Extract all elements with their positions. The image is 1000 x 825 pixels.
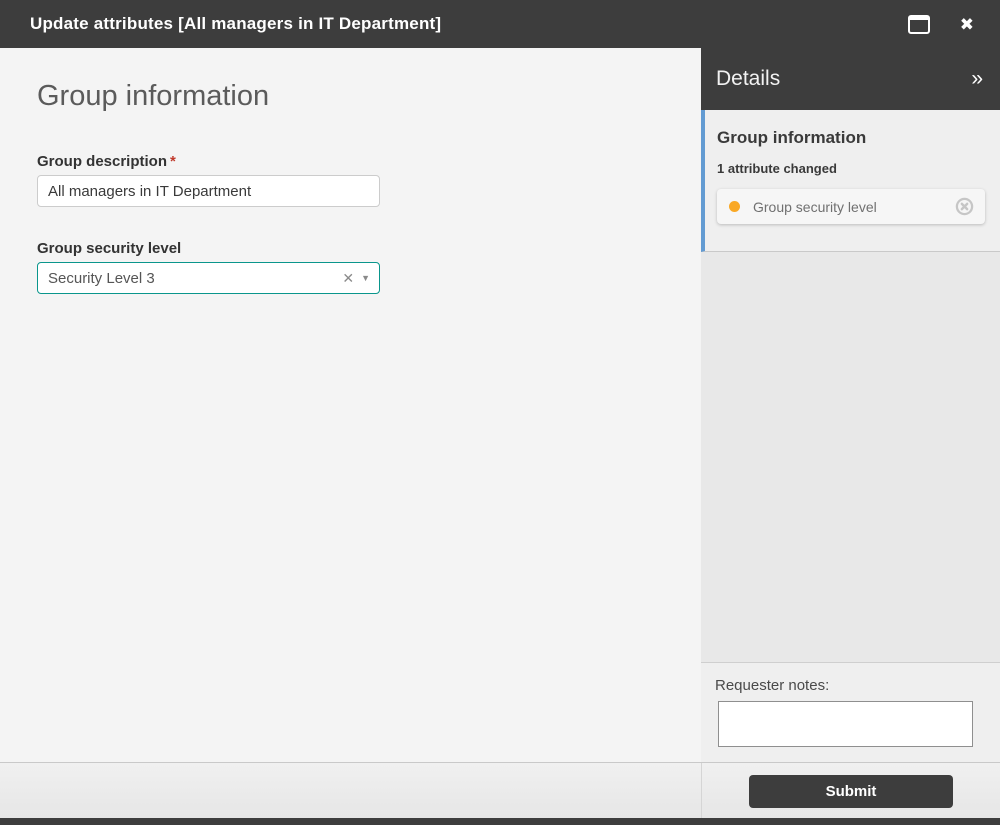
details-sidebar: Details » Group information 1 attribute … [701,48,1000,762]
submit-button[interactable]: Submit [749,774,953,808]
revert-change-icon[interactable] [955,197,974,216]
dropdown-selected-value: Security Level 3 [48,269,155,287]
changed-status-dot-icon [729,201,740,212]
details-header: Details » [701,48,1000,110]
required-asterisk: * [170,153,176,170]
requester-notes-label: Requester notes: [715,677,830,694]
footer-bar: Submit [0,762,1000,819]
group-security-level-dropdown[interactable]: Security Level 3 ✕ ▼ [37,262,380,294]
window-titlebar: Update attributes [All managers in IT De… [0,0,1000,48]
requester-notes-input[interactable] [718,701,973,747]
group-description-field: Group description * [37,153,380,207]
changed-attribute-label: Group security level [753,198,877,215]
footer-actions: Submit [701,763,1000,819]
chevron-down-icon[interactable]: ▼ [361,273,370,283]
group-description-input[interactable] [37,175,380,207]
requester-notes-section: Requester notes: [701,662,1000,762]
window-title: Update attributes [All managers in IT De… [30,14,442,33]
attributes-changed-count: 1 attribute changed [717,161,837,176]
changed-attribute-item: Group security level [717,189,985,224]
page-title: Group information [37,80,270,112]
window-bottom-edge [0,818,1000,825]
sidebar-empty-area [701,252,1000,662]
group-description-label-text: Group description [37,153,168,170]
details-title: Details [716,67,781,90]
group-security-level-label: Group security level [37,240,182,257]
close-icon[interactable]: ✖ [960,16,974,33]
group-description-label: Group description * [37,153,380,170]
changes-section: Group information 1 attribute changed Gr… [701,110,1000,252]
clear-selection-icon[interactable]: ✕ [342,270,354,287]
main-panel: Group information Group description* Gro… [0,48,701,762]
field-spacer [37,207,701,240]
titlebar-actions: ✖ [907,14,974,34]
changes-section-title: Group information [717,128,867,147]
collapse-sidebar-icon[interactable]: » [971,67,983,91]
group-security-level-field: Group security level Security Level 3 ✕ … [37,240,380,294]
maximize-icon[interactable] [907,14,930,34]
